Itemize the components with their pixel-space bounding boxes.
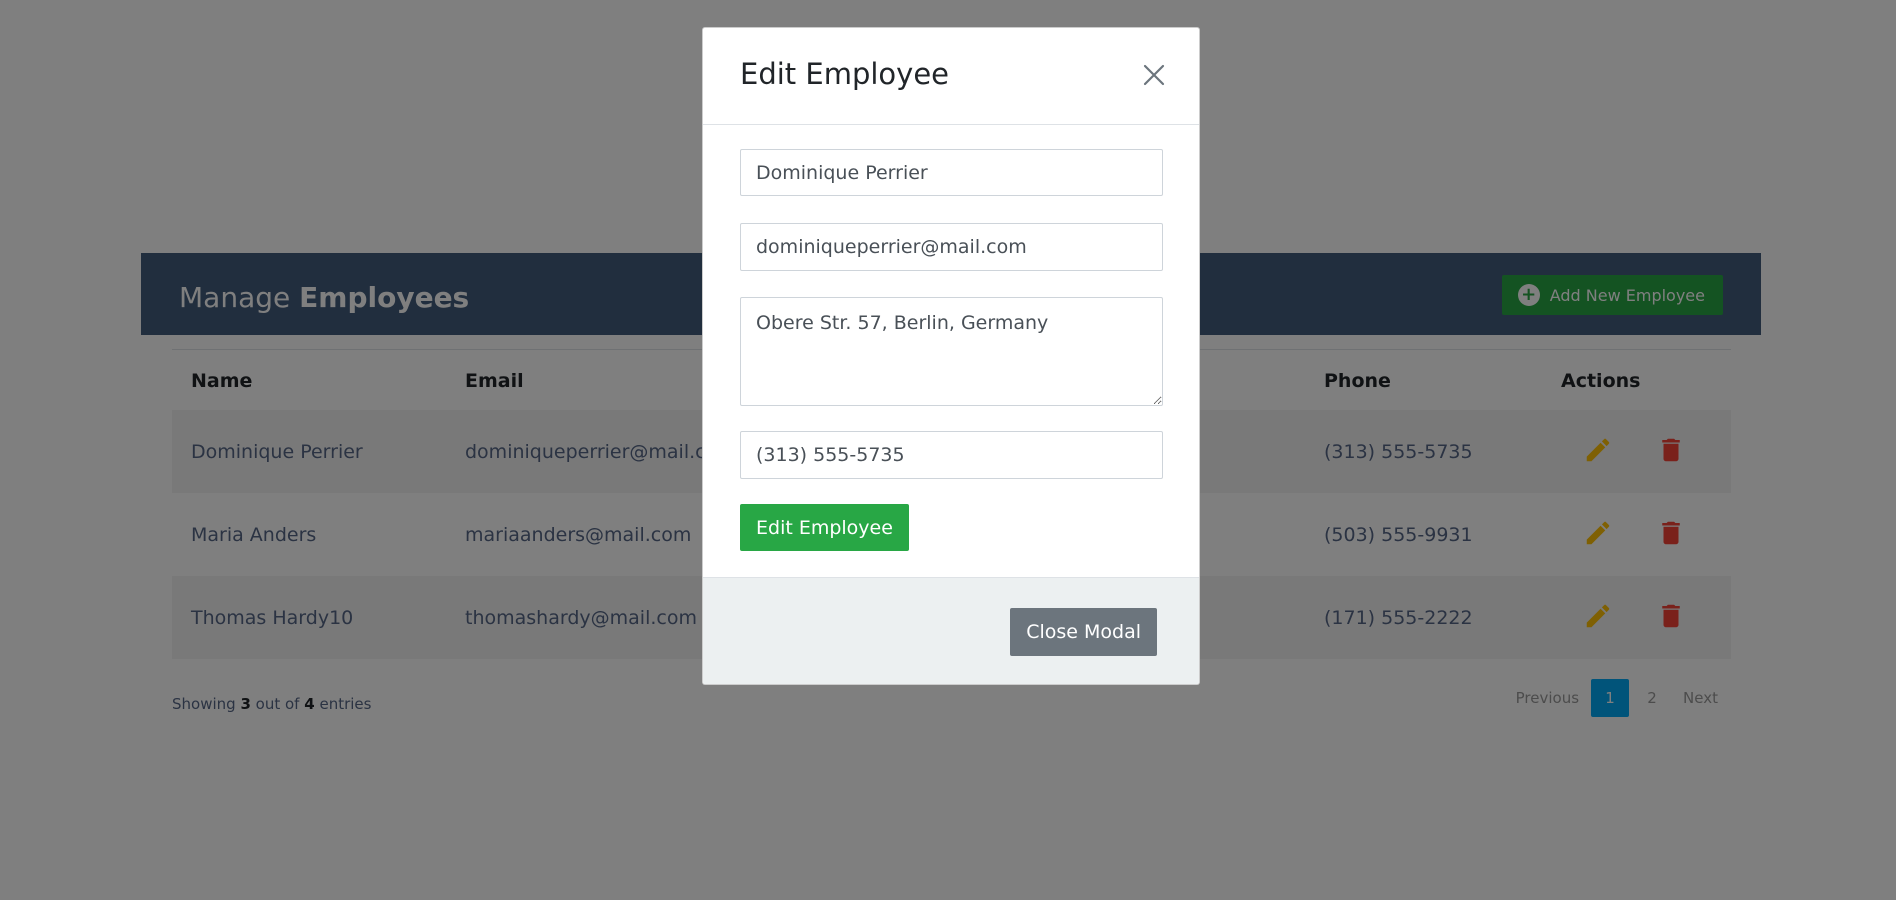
edit-employee-modal: Edit Employee Obere Str. 57, Berlin, Ger… <box>702 27 1200 685</box>
email-field[interactable] <box>740 223 1163 271</box>
address-field[interactable]: Obere Str. 57, Berlin, Germany <box>740 297 1163 406</box>
edit-employee-submit-button[interactable]: Edit Employee <box>740 504 909 551</box>
close-modal-button[interactable]: Close Modal <box>1010 608 1157 656</box>
modal-header: Edit Employee <box>703 28 1199 125</box>
phone-field[interactable] <box>740 431 1163 479</box>
modal-title: Edit Employee <box>740 57 950 91</box>
close-icon[interactable] <box>1143 64 1165 86</box>
name-field[interactable] <box>740 149 1163 196</box>
modal-footer: Close Modal <box>703 577 1199 684</box>
